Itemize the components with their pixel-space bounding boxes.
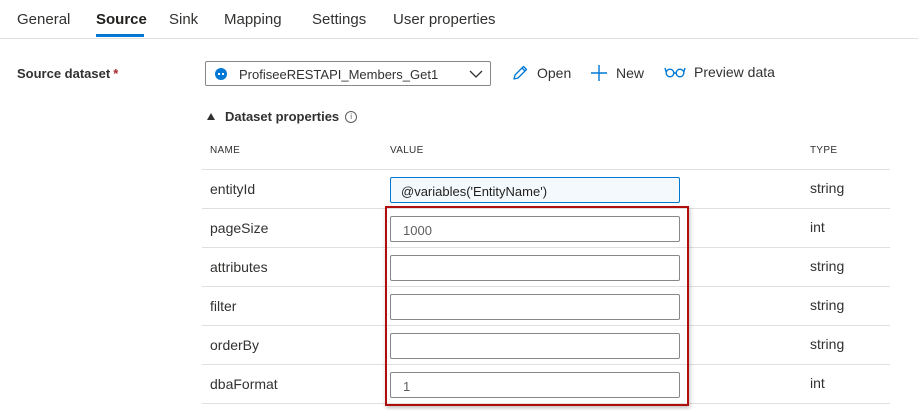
property-type-attributes: string <box>810 258 845 274</box>
column-header-name: NAME <box>210 145 241 156</box>
source-dataset-label: Source dataset * <box>17 66 118 81</box>
open-button[interactable]: Open <box>511 64 571 82</box>
property-type-orderby: string <box>810 336 845 352</box>
new-button[interactable]: New <box>590 64 644 82</box>
property-value-entityid-input[interactable]: @variables('EntityName') <box>390 177 680 203</box>
tab-bar: General Source Sink Mapping Settings Use… <box>0 0 918 39</box>
tab-settings[interactable]: Settings <box>312 11 366 28</box>
chevron-down-icon <box>469 70 483 78</box>
column-header-type: TYPE <box>810 145 838 156</box>
property-type-dbaformat: int <box>810 375 825 391</box>
property-name-entityid: entityId <box>210 181 256 197</box>
preview-data-label: Preview data <box>694 64 775 80</box>
dataset-properties-title: Dataset properties <box>225 109 340 124</box>
row-divider <box>202 169 890 170</box>
property-type-filter: string <box>810 297 845 313</box>
property-name-orderby: orderBy <box>210 337 260 353</box>
source-dataset-value: ProfiseeRESTAPI_Members_Get1 <box>239 67 439 82</box>
highlight-annotation-box <box>385 206 689 406</box>
collapse-triangle-icon <box>207 113 215 120</box>
tab-sink[interactable]: Sink <box>169 11 198 28</box>
property-name-attributes: attributes <box>210 259 268 275</box>
dataset-properties-toggle[interactable]: Dataset properties i <box>207 109 358 124</box>
pencil-icon <box>513 65 528 80</box>
property-type-entityid: string <box>810 180 845 196</box>
info-icon[interactable]: i <box>345 110 358 123</box>
plus-icon <box>591 65 607 81</box>
dataset-icon <box>215 68 227 80</box>
preview-data-button[interactable]: Preview data <box>664 64 775 80</box>
source-dataset-dropdown[interactable]: ProfiseeRESTAPI_Members_Get1 <box>205 61 491 86</box>
property-name-pagesize: pageSize <box>210 220 269 236</box>
property-name-dbaformat: dbaFormat <box>210 376 278 392</box>
tab-source[interactable]: Source <box>96 11 147 28</box>
glasses-icon <box>664 67 686 78</box>
required-marker: * <box>113 66 119 81</box>
column-header-value: VALUE <box>390 145 424 156</box>
tab-user-properties[interactable]: User properties <box>393 11 496 28</box>
source-dataset-label-text: Source dataset <box>17 66 111 81</box>
property-name-filter: filter <box>210 298 237 314</box>
tab-mapping[interactable]: Mapping <box>224 11 282 28</box>
new-label: New <box>616 65 645 81</box>
active-tab-indicator <box>96 34 144 37</box>
tab-general[interactable]: General <box>17 11 70 28</box>
property-type-pagesize: int <box>810 219 825 235</box>
open-label: Open <box>537 65 572 81</box>
